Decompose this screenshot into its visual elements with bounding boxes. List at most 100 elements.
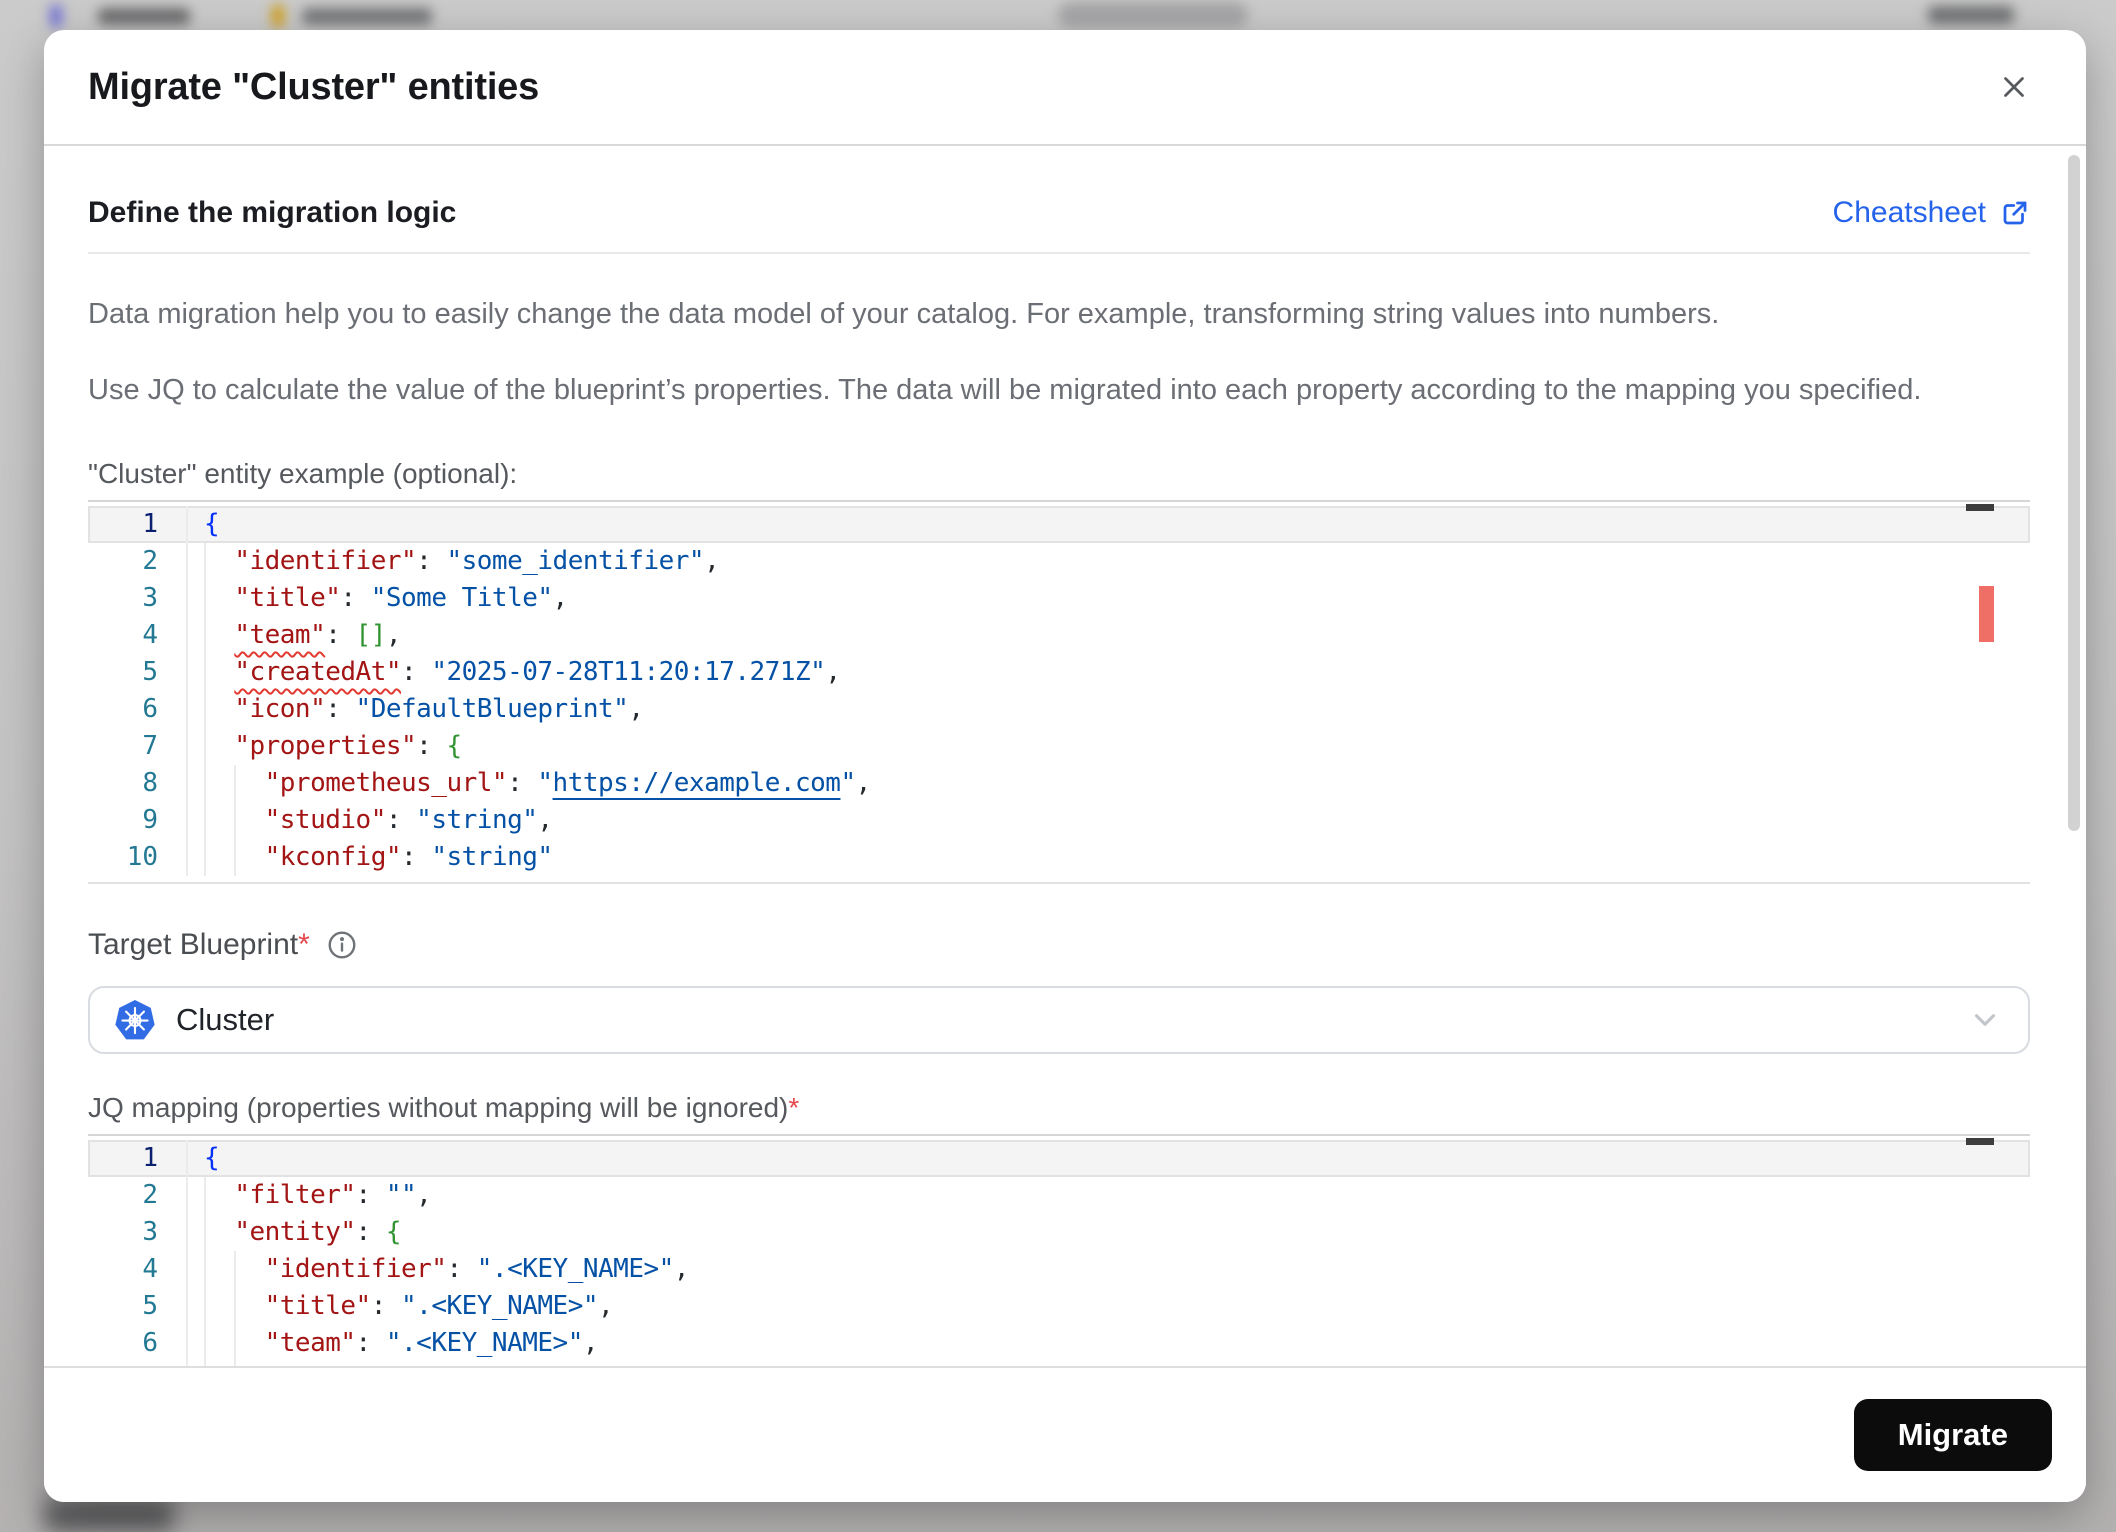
- indent-guide: [204, 728, 206, 765]
- indent-guide: [204, 1214, 206, 1251]
- close-button[interactable]: [1990, 63, 2038, 111]
- background-blurred-text: [1928, 6, 2014, 24]
- code-token: {: [446, 731, 462, 761]
- code-line: 9 "studio": "string",: [88, 802, 2030, 839]
- code-token: "prometheus_url": [264, 768, 508, 798]
- code-line: 1{: [88, 1140, 2030, 1177]
- code-token: ,: [385, 620, 402, 650]
- editor-scrollbar-thumb[interactable]: [1966, 1138, 1994, 1145]
- code-token: "identifier": [234, 546, 417, 576]
- target-blueprint-select[interactable]: Cluster: [88, 986, 2030, 1054]
- code-line: 7 "icon": ".<KEY_NAME>",: [88, 1362, 2030, 1366]
- code-line-content: "title": "Some Title",: [188, 580, 2030, 617]
- code-line: 3 "entity": {: [88, 1214, 2030, 1251]
- code-line: 2 "filter": "",: [88, 1177, 2030, 1214]
- modal-scroll-area[interactable]: Define the migration logic Cheatsheet Da…: [44, 146, 2086, 1366]
- code-line-content: "createdAt": "2025-07-28T11:20:17.271Z",: [188, 654, 2030, 691]
- code-line-content: "entity": {: [188, 1214, 2030, 1251]
- code-token: ,: [825, 657, 841, 687]
- code-lines: 1{2 "filter": "", 3 "entity": {4 "identif…: [88, 1136, 2030, 1366]
- kubernetes-icon: [115, 1000, 155, 1040]
- indent-guide: [204, 765, 206, 802]
- code-token: "Some Title": [370, 583, 553, 613]
- code-token: :: [355, 1328, 386, 1358]
- jq-mapping-code-editor[interactable]: 1{2 "filter": "", 3 "entity": {4 "identif…: [88, 1134, 2030, 1366]
- code-token: ,: [598, 1291, 614, 1321]
- code-link-token[interactable]: https://example.com: [553, 768, 841, 798]
- code-line: 5 "createdAt": "2025-07-28T11:20:17.271Z…: [88, 654, 2030, 691]
- external-link-icon: [2003, 201, 2027, 225]
- line-number: 1: [88, 506, 188, 543]
- background-blurred-search: [1058, 2, 1248, 28]
- code-token: ": [537, 768, 553, 798]
- code-token: :: [370, 1291, 402, 1321]
- code-token: ": [840, 768, 856, 798]
- code-lines: 1{2 "identifier": "some_identifier", 3 "t…: [88, 502, 2030, 876]
- code-token: ,: [855, 768, 872, 798]
- code-line-content: "prometheus_url": "https://example.com",: [188, 765, 2030, 802]
- editor-error-marker: [1979, 586, 1994, 642]
- code-token: "team": [264, 1328, 356, 1358]
- code-token: "2025-07-28T11:20:17.271Z": [431, 657, 826, 687]
- code-token: ,: [582, 1328, 599, 1358]
- line-number: 1: [88, 1140, 188, 1177]
- code-token: "kconfig": [264, 842, 402, 872]
- code-line-content: "studio": "string",: [188, 802, 2030, 839]
- migrate-button[interactable]: Migrate: [1853, 1399, 2052, 1471]
- entity-example-code-editor[interactable]: 1{2 "identifier": "some_identifier", 3 "t…: [88, 500, 2030, 884]
- code-token: ,: [537, 805, 553, 835]
- background-blurred-text: [98, 8, 190, 25]
- description-paragraph-2: Use JQ to calculate the value of the blu…: [88, 374, 1922, 406]
- line-number: 3: [88, 580, 188, 617]
- code-line-content: "icon": ".<KEY_NAME>",: [188, 1362, 2030, 1366]
- code-line: 4 "team": [],: [88, 617, 2030, 654]
- cheatsheet-link[interactable]: Cheatsheet: [1833, 196, 2030, 230]
- indent-guide: [204, 1251, 206, 1288]
- code-token: ,: [552, 583, 569, 613]
- code-token: ".<KEY_NAME>": [476, 1254, 675, 1284]
- section-divider: [88, 252, 2030, 254]
- jq-mapping-label: JQ mapping (properties without mapping w…: [88, 1092, 800, 1123]
- code-token: "icon": [234, 694, 326, 724]
- indent-guide: [204, 580, 206, 617]
- modal-scrollbar-thumb[interactable]: [2068, 155, 2080, 831]
- cheatsheet-label: Cheatsheet: [1832, 196, 1986, 229]
- indent-guide: [234, 765, 236, 802]
- code-token: ,: [416, 1180, 432, 1210]
- code-token: :: [355, 1217, 386, 1247]
- code-token: "identifier": [264, 1254, 447, 1284]
- code-token: :: [507, 768, 538, 798]
- modal-title: Migrate "Cluster" entities: [88, 65, 540, 108]
- code-line: 5 "title": ".<KEY_NAME>",: [88, 1288, 2030, 1325]
- code-token: "title": [234, 583, 341, 613]
- line-number: 4: [88, 617, 188, 654]
- code-token: :: [385, 805, 417, 835]
- code-line-content: "properties": {: [188, 728, 2030, 765]
- code-token: :: [325, 620, 356, 650]
- background-blurred-text: [302, 8, 432, 25]
- line-number: 6: [88, 1325, 188, 1362]
- code-line: 8 "prometheus_url": "https://example.com…: [88, 765, 2030, 802]
- code-line: 10 "kconfig": "string": [88, 839, 2030, 876]
- required-asterisk: *: [298, 928, 310, 961]
- indent-guide: [204, 802, 206, 839]
- code-line-content: "title": ".<KEY_NAME>",: [188, 1288, 2030, 1325]
- line-number: 7: [88, 1362, 188, 1366]
- code-token: "filter": [234, 1180, 356, 1210]
- entity-example-label: "Cluster" entity example (optional):: [88, 458, 518, 489]
- section-heading: Define the migration logic: [88, 196, 457, 229]
- code-line-content: {: [188, 1140, 2030, 1177]
- code-line-content: "team": [],: [188, 617, 2030, 654]
- target-blueprint-value: Cluster: [176, 1002, 275, 1037]
- code-line-content: "kconfig": "string": [188, 839, 2030, 876]
- editor-scrollbar-thumb[interactable]: [1966, 504, 1994, 511]
- code-token: ,: [628, 694, 644, 724]
- code-token: "string": [431, 842, 553, 872]
- info-icon[interactable]: [326, 929, 358, 961]
- code-line-content: "identifier": ".<KEY_NAME>",: [188, 1251, 2030, 1288]
- code-line-content: "identifier": "some_identifier",: [188, 543, 2030, 580]
- line-number: 3: [88, 1214, 188, 1251]
- code-line-content: "icon": "DefaultBlueprint",: [188, 691, 2030, 728]
- indent-guide: [204, 839, 206, 876]
- line-number: 5: [88, 1288, 188, 1325]
